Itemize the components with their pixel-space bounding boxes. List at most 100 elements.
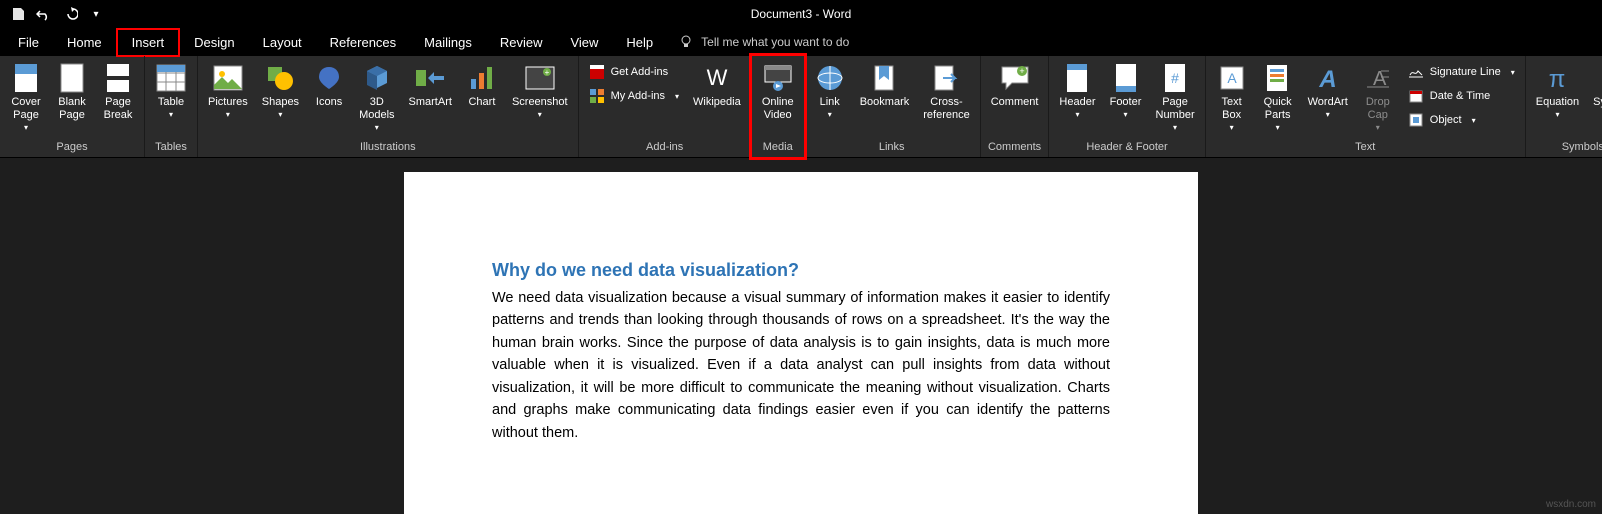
chart-button[interactable]: Chart <box>460 58 504 113</box>
group-illustrations: Pictures▾ Shapes▾ Icons 3D Models▾ Smart… <box>198 56 579 157</box>
icons-icon <box>313 62 345 94</box>
title-bar: ▾ Document3 - Word <box>0 0 1602 28</box>
addins-icon <box>589 88 605 104</box>
3d-models-button[interactable]: 3D Models▾ <box>353 58 400 137</box>
svg-text:+: + <box>1019 66 1024 76</box>
save-button[interactable] <box>8 4 28 24</box>
date-time-button[interactable]: Date & Time <box>1404 86 1519 106</box>
pictures-button[interactable]: Pictures▾ <box>202 58 254 124</box>
tab-review[interactable]: Review <box>486 30 557 55</box>
group-pages: Cover Page▾ Blank Page Page Break Pages <box>0 56 145 157</box>
header-icon <box>1061 62 1093 94</box>
tab-references[interactable]: References <box>316 30 410 55</box>
cross-reference-button[interactable]: Cross- reference <box>917 58 975 126</box>
wordart-icon: A <box>1312 62 1344 94</box>
wordart-button[interactable]: AWordArt▾ <box>1302 58 1354 124</box>
group-pages-label: Pages <box>4 139 140 157</box>
group-symbols-label: Symbols <box>1530 139 1602 157</box>
object-icon <box>1408 112 1424 128</box>
document-body-text[interactable]: We need data visualization because a vis… <box>492 287 1110 444</box>
comment-button[interactable]: +Comment <box>985 58 1045 113</box>
text-box-button[interactable]: AText Box▾ <box>1210 58 1254 137</box>
header-button[interactable]: Header▾ <box>1053 58 1101 124</box>
group-links-label: Links <box>808 139 976 157</box>
drop-cap-button[interactable]: ADrop Cap▾ <box>1356 58 1400 137</box>
wikipedia-button[interactable]: WWikipedia <box>687 58 747 113</box>
symbol-icon: Ω <box>1596 62 1602 94</box>
window-title: Document3 - Word <box>751 7 851 21</box>
ribbon-tabs: File Home Insert Design Layout Reference… <box>0 28 1602 56</box>
screenshot-icon: + <box>524 62 556 94</box>
tab-mailings[interactable]: Mailings <box>410 30 486 55</box>
footer-icon <box>1110 62 1142 94</box>
tab-file[interactable]: File <box>4 30 53 55</box>
group-symbols: πEquation▾ ΩSymbol▾ Symbols <box>1526 56 1602 157</box>
svg-text:+: + <box>544 68 549 77</box>
footer-button[interactable]: Footer▾ <box>1104 58 1148 124</box>
page-number-button[interactable]: #Page Number▾ <box>1150 58 1201 137</box>
shapes-icon <box>264 62 296 94</box>
document-heading[interactable]: Why do we need data visualization? <box>492 260 1110 281</box>
smartart-button[interactable]: SmartArt <box>403 58 458 113</box>
link-button[interactable]: Link▾ <box>808 58 852 124</box>
date-icon <box>1408 88 1424 104</box>
signature-icon <box>1408 64 1424 80</box>
table-button[interactable]: Table▾ <box>149 58 193 124</box>
online-video-button[interactable]: Online Video <box>756 58 800 126</box>
lightbulb-icon <box>679 35 693 49</box>
tell-me-label: Tell me what you want to do <box>701 35 849 49</box>
svg-text:W: W <box>706 65 727 90</box>
tab-help[interactable]: Help <box>612 30 667 55</box>
screenshot-button[interactable]: +Screenshot▾ <box>506 58 574 124</box>
document-page[interactable]: Why do we need data visualization? We ne… <box>404 172 1198 514</box>
equation-button[interactable]: πEquation▾ <box>1530 58 1585 124</box>
group-text-label: Text <box>1210 139 1521 157</box>
store-icon <box>589 64 605 80</box>
blank-page-button[interactable]: Blank Page <box>50 58 94 126</box>
svg-text:A: A <box>1318 66 1336 91</box>
my-addins-button[interactable]: My Add-ins▾ <box>585 86 683 106</box>
quick-parts-button[interactable]: Quick Parts▾ <box>1256 58 1300 137</box>
group-addins: Get Add-ins My Add-ins▾ WWikipedia Add-i… <box>579 56 752 157</box>
svg-text:A: A <box>1227 70 1237 86</box>
icons-button[interactable]: Icons <box>307 58 351 113</box>
watermark: wsxdn.com <box>1546 499 1596 510</box>
wikipedia-icon: W <box>701 62 733 94</box>
group-tables-label: Tables <box>149 139 193 157</box>
svg-text:π: π <box>1549 66 1566 91</box>
redo-button[interactable] <box>60 4 80 24</box>
cross-ref-icon <box>930 62 962 94</box>
bookmark-button[interactable]: Bookmark <box>854 58 916 113</box>
tab-design[interactable]: Design <box>180 30 248 55</box>
cover-page-button[interactable]: Cover Page▾ <box>4 58 48 137</box>
tell-me-search[interactable]: Tell me what you want to do <box>679 35 849 49</box>
online-video-icon <box>762 62 794 94</box>
undo-button[interactable] <box>34 4 54 24</box>
page-break-button[interactable]: Page Break <box>96 58 140 126</box>
pictures-icon <box>212 62 244 94</box>
quick-parts-icon <box>1262 62 1294 94</box>
tab-layout[interactable]: Layout <box>249 30 316 55</box>
ribbon: Cover Page▾ Blank Page Page Break Pages … <box>0 56 1602 158</box>
tab-insert[interactable]: Insert <box>116 28 181 57</box>
qat-customize-icon[interactable]: ▾ <box>86 4 106 24</box>
signature-line-button[interactable]: Signature Line▾ <box>1404 62 1519 82</box>
shapes-button[interactable]: Shapes▾ <box>256 58 305 124</box>
group-header-footer: Header▾ Footer▾ #Page Number▾ Header & F… <box>1049 56 1205 157</box>
tab-home[interactable]: Home <box>53 30 116 55</box>
page-number-icon: # <box>1159 62 1191 94</box>
object-button[interactable]: Object▾ <box>1404 110 1519 130</box>
comment-icon: + <box>999 62 1031 94</box>
document-area[interactable]: Why do we need data visualization? We ne… <box>0 158 1602 514</box>
page-break-icon <box>102 62 134 94</box>
tab-view[interactable]: View <box>556 30 612 55</box>
group-text: AText Box▾ Quick Parts▾ AWordArt▾ ADrop … <box>1206 56 1526 157</box>
quick-access-toolbar: ▾ <box>0 4 106 24</box>
cover-page-icon <box>10 62 42 94</box>
bookmark-icon <box>868 62 900 94</box>
symbol-button[interactable]: ΩSymbol▾ <box>1587 58 1602 124</box>
group-media-label: Media <box>756 139 800 157</box>
link-icon <box>814 62 846 94</box>
equation-icon: π <box>1541 62 1573 94</box>
get-addins-button[interactable]: Get Add-ins <box>585 62 683 82</box>
